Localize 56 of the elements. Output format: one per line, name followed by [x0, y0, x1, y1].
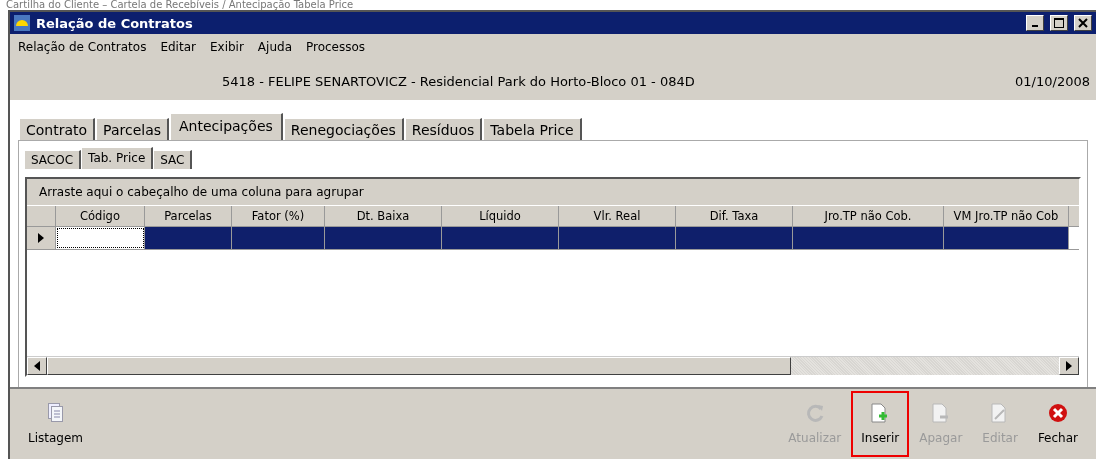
menu-item[interactable]: Processos: [306, 40, 366, 56]
tab[interactable]: Contrato: [19, 118, 96, 140]
table-cell[interactable]: [56, 227, 145, 249]
refresh-icon: [804, 403, 825, 423]
scroll-left-button[interactable]: [27, 357, 47, 375]
column-header[interactable]: Líquido: [442, 206, 559, 226]
toolbar-button[interactable]: Inserir: [851, 391, 910, 457]
menu-item[interactable]: Ajuda: [257, 40, 292, 56]
horizontal-scrollbar[interactable]: [27, 356, 1079, 375]
sub-tab[interactable]: SAC: [154, 150, 193, 169]
close-button[interactable]: [1074, 15, 1092, 31]
column-header[interactable]: Dt. Baixa: [325, 206, 442, 226]
maximize-icon: [1054, 18, 1064, 28]
row-pointer-icon: [38, 233, 44, 243]
table-cell[interactable]: [676, 227, 793, 249]
date-text: 01/10/2008: [1015, 73, 1090, 89]
table-cell[interactable]: [325, 227, 442, 249]
right-arrow-icon: [1066, 361, 1072, 371]
tab[interactable]: Tabela Price: [483, 118, 582, 140]
table-cell[interactable]: [559, 227, 676, 249]
column-header[interactable]: Código: [56, 206, 145, 226]
menu-item[interactable]: Relação de Contratos: [18, 40, 147, 56]
table-cell[interactable]: [232, 227, 325, 249]
column-header[interactable]: Jro.TP não Cob.: [793, 206, 944, 226]
tab[interactable]: Antecipações: [170, 113, 283, 140]
close-icon: [1047, 403, 1068, 423]
menu-item[interactable]: Editar: [160, 40, 196, 56]
close-icon: [1078, 18, 1088, 28]
helmet-icon: [14, 15, 30, 31]
scroll-right-button[interactable]: [1059, 357, 1079, 375]
scroll-thumb[interactable]: [47, 357, 791, 375]
tab[interactable]: Parcelas: [96, 118, 169, 140]
column-header[interactable]: Parcelas: [145, 206, 232, 226]
page-caption: Cartilha do Cliente – Cartela de Recebíveis / Antecipação Tabela Price: [5, 0, 355, 10]
document-plus-icon: [871, 403, 890, 423]
document-list-icon: [47, 403, 64, 423]
tab[interactable]: Resíduos: [404, 118, 483, 140]
table-cell[interactable]: [442, 227, 559, 249]
left-arrow-icon: [34, 361, 40, 371]
table-cell[interactable]: [145, 227, 232, 249]
window-title: Relação de Contratos: [36, 15, 194, 31]
document-minus-icon: [931, 403, 950, 423]
minimize-button[interactable]: [1026, 15, 1044, 31]
table-cell[interactable]: [793, 227, 944, 249]
maximize-button[interactable]: [1050, 15, 1068, 31]
column-header[interactable]: Vlr. Real: [559, 206, 676, 226]
column-header[interactable]: VM Jro.TP não Cob: [944, 206, 1069, 226]
column-header[interactable]: Dif. Taxa: [676, 206, 793, 226]
contract-title: 5418 - FELIPE SENARTOVICZ - Residencial Park do Horto-Bloco 01 - 084D: [222, 73, 696, 89]
menu-item[interactable]: Exibir: [209, 40, 244, 56]
sub-tab[interactable]: Tab. Price: [82, 147, 154, 169]
column-header[interactable]: Fator (%): [232, 206, 325, 226]
tab[interactable]: Renegociações: [283, 118, 404, 140]
sub-tab[interactable]: SACOC: [25, 150, 82, 169]
group-by-panel: Arraste aqui o cabeçalho de uma coluna para agrupar: [27, 179, 1079, 206]
table-cell[interactable]: [944, 227, 1069, 249]
